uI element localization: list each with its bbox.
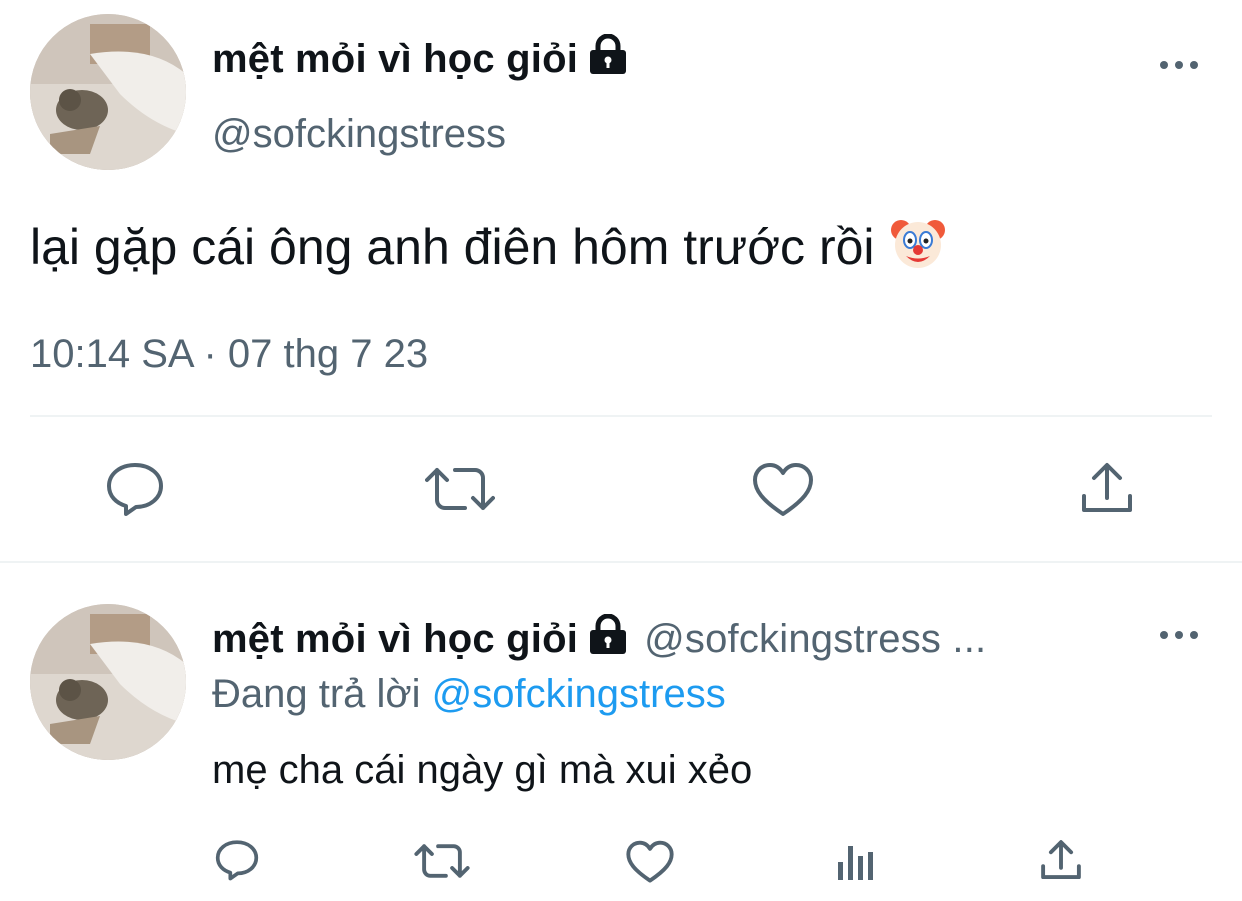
timestamp[interactable]: 10:14 SA · 07 thg 7 23 xyxy=(30,332,428,377)
tweet-text: lại gặp cái ông anh điên hôm trước rồi xyxy=(30,214,947,284)
avatar[interactable] xyxy=(30,14,186,170)
display-name[interactable]: mệt mỏi vì học giỏi xyxy=(212,33,630,84)
lock-icon xyxy=(586,613,630,664)
replying-to-mention[interactable]: @sofckingstress xyxy=(432,672,726,716)
tweet-text-body: lại gặp cái ông anh điên hôm trước rồi xyxy=(30,219,875,275)
avatar-image xyxy=(30,604,186,760)
analytics-icon[interactable] xyxy=(836,840,876,887)
reply-handle[interactable]: @sofckingstress ... xyxy=(644,617,986,661)
more-options-icon[interactable] xyxy=(1160,58,1200,70)
share-icon[interactable] xyxy=(1040,838,1082,887)
retweet-icon[interactable] xyxy=(425,462,495,521)
clown-face-emoji xyxy=(889,214,947,284)
reply-display-name-text: mệt mỏi vì học giỏi xyxy=(212,617,579,661)
reply-icon[interactable] xyxy=(104,460,166,523)
replying-to-label: Đang trả lời xyxy=(212,672,421,716)
more-options-icon[interactable] xyxy=(1160,628,1200,640)
like-icon[interactable] xyxy=(752,462,814,523)
handle[interactable]: @sofckingstress xyxy=(212,112,506,157)
divider xyxy=(30,415,1212,417)
reply-display-name[interactable]: mệt mỏi vì học giỏi @sofckingstress ... xyxy=(212,613,986,664)
replying-to: Đang trả lời @sofckingstress xyxy=(212,672,726,717)
like-icon[interactable] xyxy=(626,840,674,889)
avatar-image xyxy=(30,14,186,170)
lock-icon xyxy=(586,33,630,84)
display-name-text: mệt mỏi vì học giỏi xyxy=(212,37,579,81)
reply-text: mẹ cha cái ngày gì mà xui xẻo xyxy=(212,748,753,792)
share-icon[interactable] xyxy=(1080,460,1134,521)
section-divider xyxy=(0,561,1242,563)
retweet-icon[interactable] xyxy=(414,840,470,887)
reply-icon[interactable] xyxy=(214,838,260,887)
reply-avatar[interactable] xyxy=(30,604,186,760)
